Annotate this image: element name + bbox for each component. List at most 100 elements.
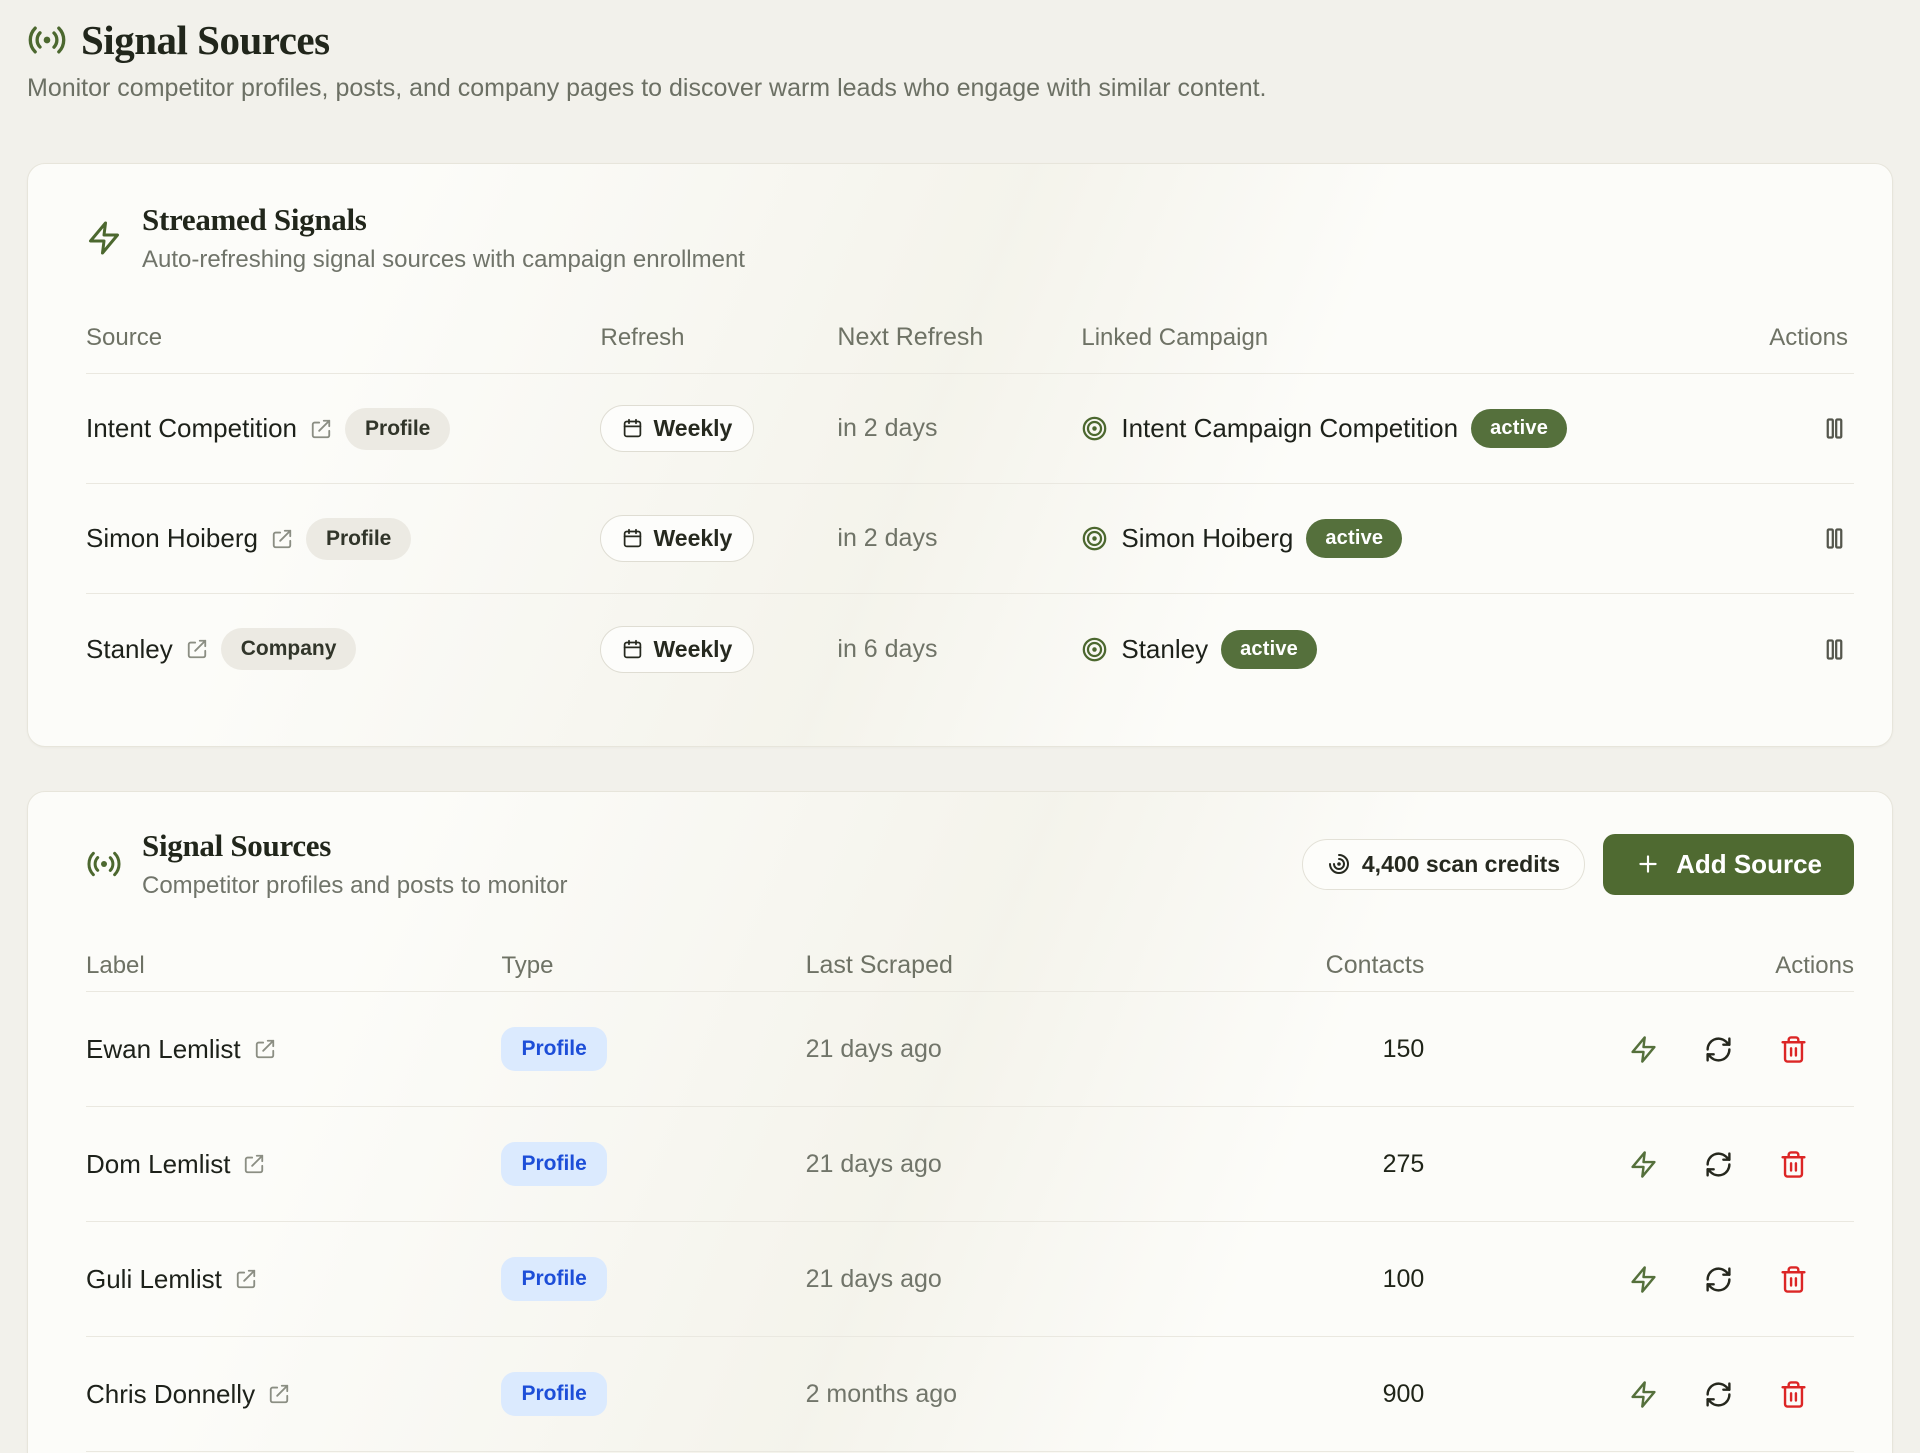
refresh-frequency-button[interactable]: Weekly <box>600 626 754 673</box>
column-header-label: Label <box>86 952 501 980</box>
pause-button[interactable] <box>1821 525 1848 552</box>
signal-sources-page: Signal Sources Monitor competitor profil… <box>0 0 1920 1453</box>
enroll-zap-button[interactable] <box>1629 1035 1658 1064</box>
source-name: Stanley <box>86 634 173 665</box>
pause-button[interactable] <box>1821 415 1848 442</box>
external-link-icon[interactable] <box>235 1268 257 1290</box>
enroll-zap-button[interactable] <box>1629 1380 1658 1409</box>
campaign-status-badge: active <box>1221 630 1317 669</box>
signal-sources-card-title: Signal Sources <box>142 828 568 864</box>
table-row: Chris Donnelly Profile 2 months ago 900 <box>86 1337 1854 1452</box>
type-badge: Profile <box>501 1372 606 1416</box>
page-subtitle: Monitor competitor profiles, posts, and … <box>27 74 1893 103</box>
source-label: Guli Lemlist <box>86 1264 222 1295</box>
streamed-signals-header: Streamed Signals Auto-refreshing signal … <box>86 202 1854 274</box>
signal-sources-table: Label Type Last Scraped Contacts Actions… <box>86 940 1854 1452</box>
type-badge: Profile <box>501 1257 606 1301</box>
target-icon <box>1081 636 1108 663</box>
delete-trash-button[interactable] <box>1779 1035 1808 1064</box>
delete-trash-button[interactable] <box>1779 1150 1808 1179</box>
type-badge: Profile <box>501 1142 606 1186</box>
external-link-icon[interactable] <box>254 1038 276 1060</box>
source-type-badge: Profile <box>306 518 411 560</box>
column-header-refresh: Refresh <box>600 324 837 352</box>
column-header-next-refresh: Next Refresh <box>837 323 1081 352</box>
table-row: Guli Lemlist Profile 21 days ago 100 <box>86 1222 1854 1337</box>
column-header-source: Source <box>86 324 600 352</box>
rescan-refresh-button[interactable] <box>1704 1265 1733 1294</box>
signal-sources-card-subtitle: Competitor profiles and posts to monitor <box>142 872 568 900</box>
column-header-type: Type <box>501 952 805 980</box>
source-name: Intent Competition <box>86 413 297 444</box>
page-header: Signal Sources <box>27 16 1893 64</box>
next-refresh-value: in 2 days <box>837 414 1081 443</box>
streamed-signals-card: Streamed Signals Auto-refreshing signal … <box>27 163 1893 747</box>
source-type-badge: Company <box>221 628 357 670</box>
last-scraped-value: 21 days ago <box>806 1265 1301 1294</box>
next-refresh-value: in 2 days <box>837 524 1081 553</box>
sources-table-header: Label Type Last Scraped Contacts Actions <box>86 940 1854 992</box>
contacts-count: 900 <box>1301 1380 1425 1409</box>
scan-credits-badge: 4,400 scan credits <box>1302 839 1585 890</box>
table-row: Simon Hoiberg Profile Weekly in 2 days <box>86 484 1854 594</box>
external-link-icon[interactable] <box>271 528 293 550</box>
target-icon <box>1081 525 1108 552</box>
streamed-table-header: Source Refresh Next Refresh Linked Campa… <box>86 302 1854 374</box>
table-row: Intent Competition Profile Weekly in 2 d… <box>86 374 1854 484</box>
table-row: Ewan Lemlist Profile 21 days ago 150 <box>86 992 1854 1107</box>
delete-trash-button[interactable] <box>1779 1380 1808 1409</box>
column-header-actions: Actions <box>1424 952 1854 980</box>
next-refresh-value: in 6 days <box>837 635 1081 664</box>
contacts-count: 100 <box>1301 1265 1425 1294</box>
external-link-icon[interactable] <box>268 1383 290 1405</box>
source-label: Ewan Lemlist <box>86 1034 241 1065</box>
source-label: Chris Donnelly <box>86 1379 255 1410</box>
rescan-refresh-button[interactable] <box>1704 1150 1733 1179</box>
streamed-signals-title: Streamed Signals <box>142 202 745 238</box>
radio-signal-icon <box>86 846 122 882</box>
signal-sources-card: Signal Sources Competitor profiles and p… <box>27 791 1893 1453</box>
target-icon <box>1081 415 1108 442</box>
streamed-signals-table: Source Refresh Next Refresh Linked Campa… <box>86 302 1854 704</box>
refresh-frequency-label: Weekly <box>653 636 732 663</box>
column-header-linked-campaign: Linked Campaign <box>1081 324 1693 352</box>
delete-trash-button[interactable] <box>1779 1265 1808 1294</box>
refresh-frequency-button[interactable]: Weekly <box>600 515 754 562</box>
type-badge: Profile <box>501 1027 606 1071</box>
enroll-zap-button[interactable] <box>1629 1150 1658 1179</box>
external-link-icon[interactable] <box>186 638 208 660</box>
last-scraped-value: 21 days ago <box>806 1150 1301 1179</box>
scan-credits-icon <box>1327 852 1351 876</box>
enroll-zap-button[interactable] <box>1629 1265 1658 1294</box>
rescan-refresh-button[interactable] <box>1704 1035 1733 1064</box>
table-row: Stanley Company Weekly in 6 days <box>86 594 1854 704</box>
table-row: Dom Lemlist Profile 21 days ago 275 <box>86 1107 1854 1222</box>
last-scraped-value: 21 days ago <box>806 1035 1301 1064</box>
refresh-frequency-label: Weekly <box>653 415 732 442</box>
pause-button[interactable] <box>1821 636 1848 663</box>
contacts-count: 275 <box>1301 1150 1425 1179</box>
add-source-button[interactable]: Add Source <box>1603 834 1854 895</box>
external-link-icon[interactable] <box>243 1153 265 1175</box>
campaign-status-badge: active <box>1471 409 1567 448</box>
campaign-name: Simon Hoiberg <box>1121 523 1293 554</box>
plus-icon <box>1635 851 1661 877</box>
scan-credits-label: 4,400 scan credits <box>1362 851 1560 878</box>
rescan-refresh-button[interactable] <box>1704 1380 1733 1409</box>
external-link-icon[interactable] <box>310 418 332 440</box>
refresh-frequency-label: Weekly <box>653 525 732 552</box>
zap-icon <box>86 220 122 256</box>
radio-signal-icon <box>27 20 67 60</box>
source-label: Dom Lemlist <box>86 1149 230 1180</box>
add-source-label: Add Source <box>1676 849 1822 880</box>
page-title: Signal Sources <box>81 16 330 64</box>
contacts-count: 150 <box>1301 1035 1425 1064</box>
source-name: Simon Hoiberg <box>86 523 258 554</box>
column-header-last-scraped: Last Scraped <box>806 951 1301 980</box>
campaign-name: Intent Campaign Competition <box>1121 413 1458 444</box>
source-type-badge: Profile <box>345 408 450 450</box>
refresh-frequency-button[interactable]: Weekly <box>600 405 754 452</box>
column-header-contacts: Contacts <box>1301 951 1425 980</box>
campaign-name: Stanley <box>1121 634 1208 665</box>
last-scraped-value: 2 months ago <box>806 1380 1301 1409</box>
